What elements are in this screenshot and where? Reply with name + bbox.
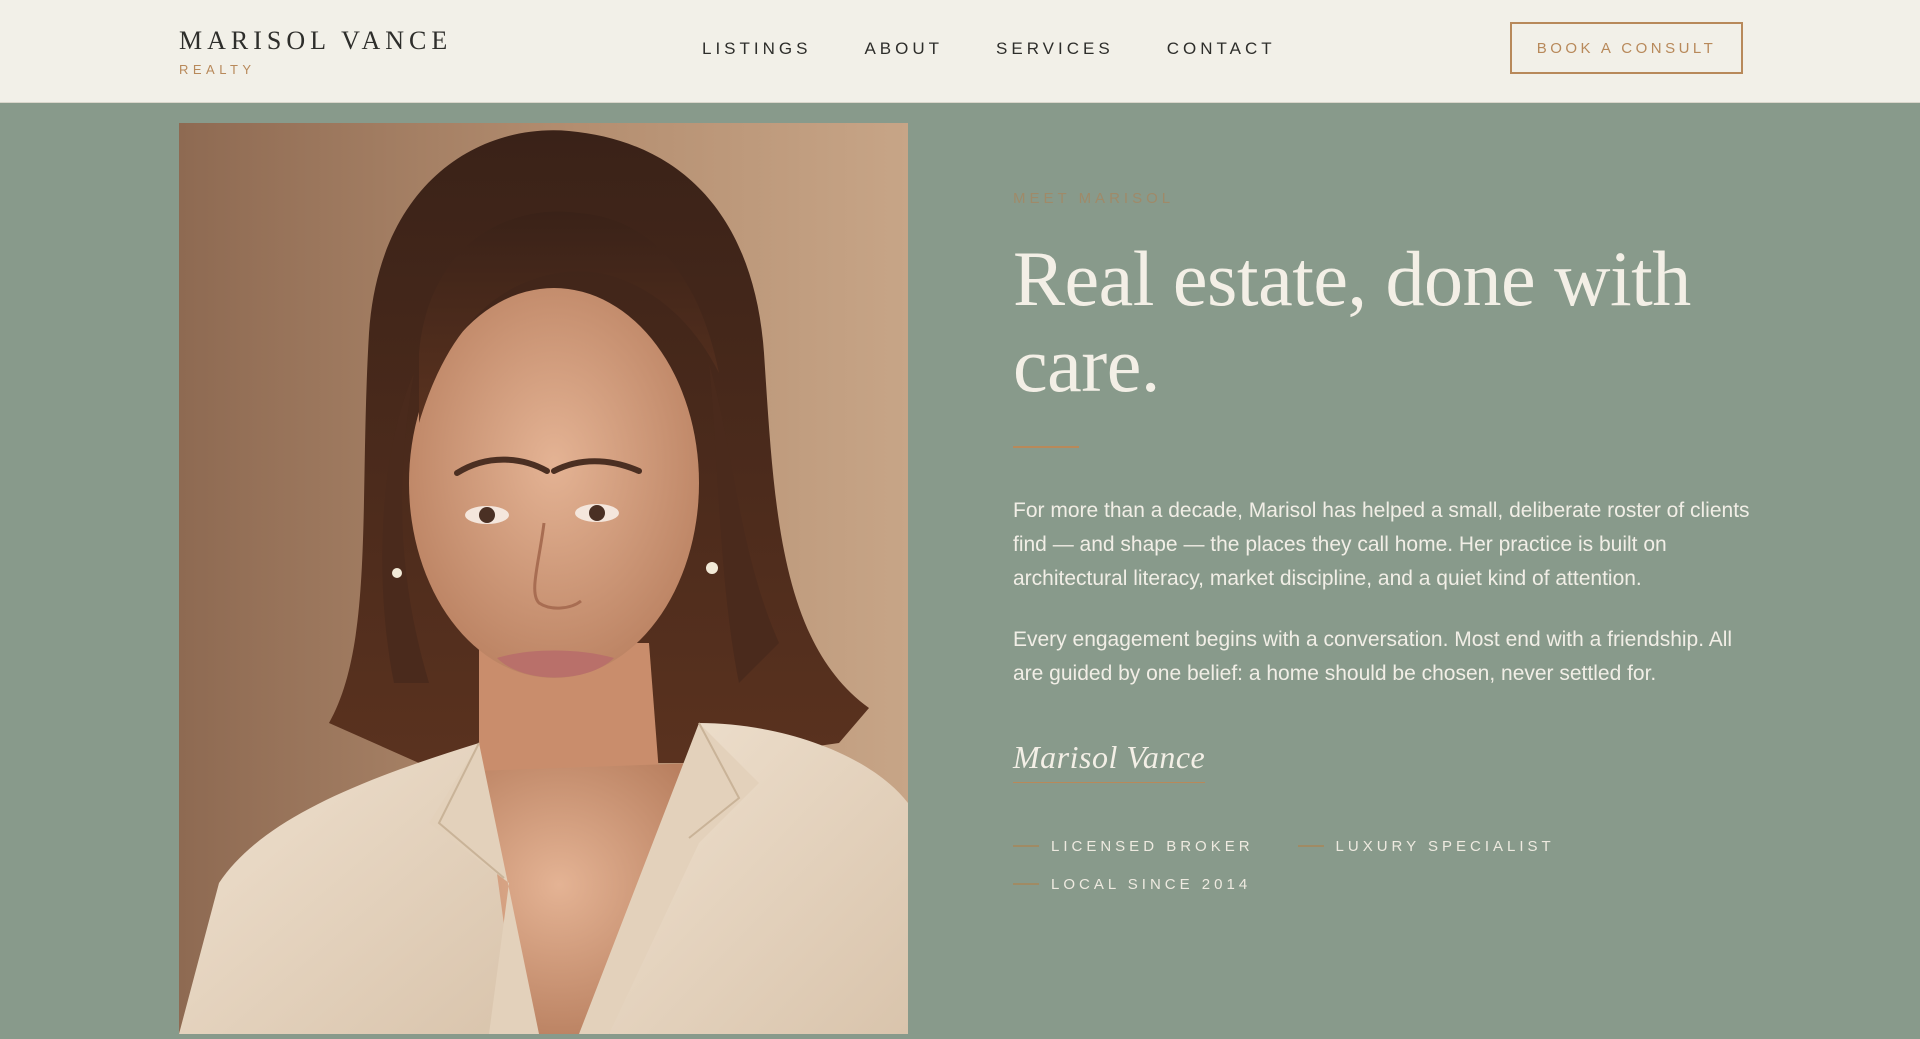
dash-icon (1297, 845, 1324, 847)
nav-contact[interactable]: CONTACT (1167, 38, 1276, 60)
credentials-row: LICENSED BROKER LUXURY SPECIALIST (1013, 827, 1753, 865)
accent-divider (1013, 446, 1079, 448)
credential-item: LOCAL SINCE 2014 (1013, 876, 1251, 893)
signature: Marisol Vance (1013, 739, 1206, 783)
intro-paragraph: For more than a decade, Marisol has help… (1013, 499, 1750, 590)
credential-item: LICENSED BROKER (1013, 838, 1254, 855)
brand-logo[interactable]: MARISOL VANCE REALTY (179, 26, 452, 77)
section-eyebrow: MEET MARISOL (1013, 190, 1175, 207)
main-nav: LISTINGS ABOUT SERVICES CONTACT (702, 38, 1329, 60)
credential-local-since: LOCAL SINCE 2014 (1051, 875, 1252, 893)
credentials-row: LOCAL SINCE 2014 (1013, 865, 1753, 903)
portrait-illustration (179, 123, 908, 1034)
belief-paragraph: Every engagement begins with a conversat… (1013, 628, 1733, 685)
book-consult-button[interactable]: BOOK A CONSULT (1510, 22, 1743, 74)
nav-about[interactable]: ABOUT (864, 38, 943, 60)
nav-services[interactable]: SERVICES (996, 38, 1114, 60)
site-header: MARISOL VANCE REALTY LISTINGS ABOUT SERV… (0, 0, 1920, 103)
brand-subtitle: REALTY (179, 62, 256, 77)
portrait-photo (179, 123, 908, 1034)
credentials-list: LICENSED BROKER LUXURY SPECIALIST LOCAL … (1013, 827, 1753, 903)
about-section: MEET MARISOL Real estate, done with care… (1013, 190, 1753, 903)
hero-headline: Real estate, done with care. (1013, 235, 1691, 408)
dash-icon (1013, 845, 1039, 847)
dash-icon (1013, 883, 1039, 885)
credential-luxury-specialist: LUXURY SPECIALIST (1335, 837, 1555, 855)
credential-licensed-broker: LICENSED BROKER (1051, 837, 1254, 855)
nav-listings[interactable]: LISTINGS (702, 38, 811, 60)
brand-name: MARISOL VANCE (179, 26, 453, 55)
credential-item: LUXURY SPECIALIST (1297, 837, 1555, 855)
